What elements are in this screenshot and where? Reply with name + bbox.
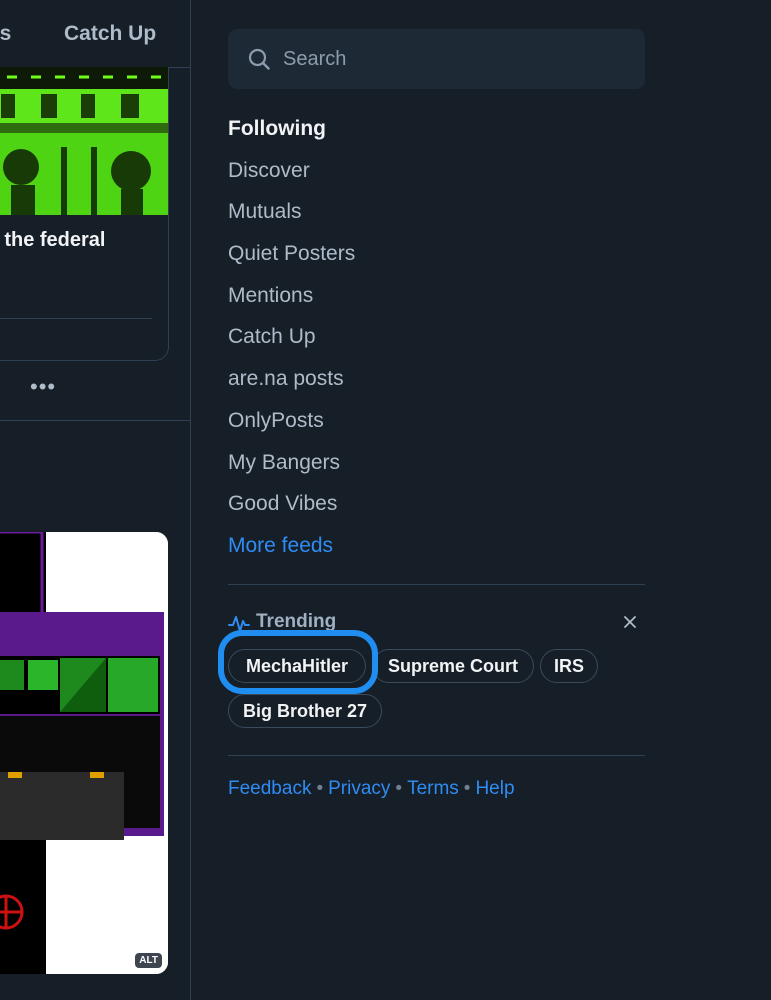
trending-topic-big-brother-27[interactable]: Big Brother 27 [228, 694, 382, 728]
search-icon [248, 48, 270, 70]
footer-link-terms[interactable]: Terms [407, 778, 459, 799]
media-image[interactable]: ALT [0, 532, 168, 974]
feed-item-mutuals[interactable]: Mutuals [228, 195, 645, 237]
trending-topic-supreme-court[interactable]: Supreme Court [372, 649, 534, 683]
trending-pulse-icon [228, 612, 250, 634]
footer-separator: • [395, 778, 403, 799]
trending-topic-irs[interactable]: IRS [540, 649, 598, 683]
tab-previous[interactable]: ons [0, 22, 11, 46]
sidebar-divider [228, 584, 645, 585]
trending-title: Trending [256, 611, 337, 632]
post-image-graphic [0, 67, 168, 215]
search-box[interactable] [228, 29, 645, 89]
feed-tabs: ons Catch Up [0, 0, 190, 68]
post-divider [0, 318, 152, 319]
feed-column: ons Catch Up [0, 0, 190, 1000]
feed-item-catch-up[interactable]: Catch Up [228, 320, 645, 362]
column-divider [190, 0, 191, 1000]
post-card[interactable]: wn the federal s. [0, 67, 169, 361]
footer-links: Feedback • Privacy • Terms • Help [228, 777, 515, 801]
post-title[interactable]: wn the federal [0, 229, 105, 252]
post-image[interactable] [0, 67, 168, 215]
feed-item-quiet-posters[interactable]: Quiet Posters [228, 237, 645, 279]
feeds-nav: Following Discover Mutuals Quiet Posters… [228, 112, 645, 571]
more-feeds-link[interactable]: More feeds [228, 529, 645, 571]
trending-topic-mechahitler[interactable]: MechaHitler [228, 649, 366, 683]
trending-header: Trending [228, 610, 645, 636]
feed-divider [0, 420, 190, 421]
footer-divider [228, 755, 645, 756]
feed-item-mentions[interactable]: Mentions [228, 279, 645, 321]
feed-item-arena-posts[interactable]: are.na posts [228, 362, 645, 404]
footer-link-privacy[interactable]: Privacy [328, 778, 390, 799]
more-horizontal-icon[interactable]: ••• [30, 376, 56, 398]
feed-item-my-bangers[interactable]: My Bangers [228, 446, 645, 488]
footer-separator: • [463, 778, 471, 799]
footer-link-help[interactable]: Help [475, 778, 514, 799]
media-image-graphic [0, 532, 168, 974]
alt-badge[interactable]: ALT [135, 953, 162, 968]
footer-separator: • [316, 778, 324, 799]
feed-item-following[interactable]: Following [228, 112, 645, 154]
tab-catch-up[interactable]: Catch Up [64, 22, 156, 46]
footer-link-feedback[interactable]: Feedback [228, 778, 311, 799]
search-input[interactable] [283, 29, 623, 89]
feed-item-discover[interactable]: Discover [228, 154, 645, 196]
feed-item-good-vibes[interactable]: Good Vibes [228, 487, 645, 529]
close-icon[interactable] [619, 611, 641, 633]
feed-item-onlyposts[interactable]: OnlyPosts [228, 404, 645, 446]
